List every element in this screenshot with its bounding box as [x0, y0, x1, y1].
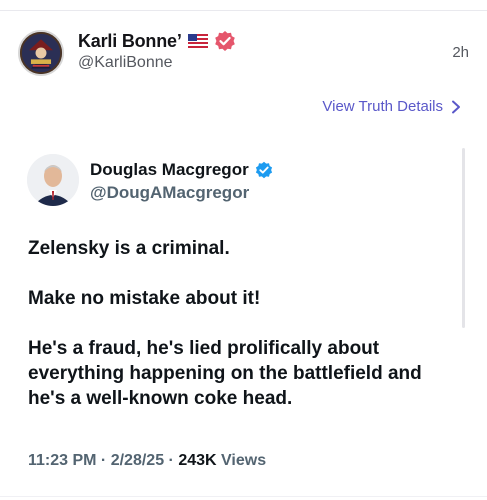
- post-date: 2/28/25: [110, 452, 165, 469]
- post-meta: 11:23 PM · 2/28/25 · 243K Views: [28, 452, 266, 470]
- quoted-avatar-image: [27, 154, 79, 206]
- author-avatar[interactable]: [18, 30, 64, 76]
- scrollbar[interactable]: [462, 148, 465, 328]
- verified-badge-icon: [214, 30, 236, 52]
- post-paragraph: Make no mistake about it!: [28, 288, 261, 309]
- bottom-divider: [0, 496, 487, 497]
- post-paragraph: Zelensky is a criminal.: [28, 238, 230, 259]
- post-header: Karli Bonne’ @KarliBonne 2h: [18, 30, 469, 76]
- view-truth-details-link[interactable]: View Truth Details: [322, 98, 461, 115]
- meta-separator: ·: [96, 452, 111, 469]
- view-truth-details-label: View Truth Details: [322, 98, 443, 115]
- quoted-author-name[interactable]: Douglas Macgregor: [90, 160, 249, 180]
- views-label: Views: [221, 452, 267, 469]
- post-time: 11:23 PM: [28, 452, 97, 469]
- verified-checkmark-icon: [255, 161, 273, 179]
- quoted-author-handle[interactable]: @DougAMacgregor: [90, 183, 249, 203]
- us-flag-icon: [187, 34, 208, 48]
- views-count: 243K: [178, 452, 217, 469]
- chevron-right-icon: [451, 100, 461, 114]
- post-paragraph: He's a fraud, he's lied prolifically abo…: [28, 338, 422, 409]
- post-timestamp: 2h: [452, 44, 469, 61]
- author-avatar-image: [20, 32, 62, 74]
- quoted-avatar[interactable]: [27, 154, 79, 206]
- quoted-name-line: Douglas Macgregor: [90, 160, 273, 180]
- author-handle[interactable]: @KarliBonne: [78, 54, 173, 72]
- meta-separator: ·: [164, 452, 179, 469]
- author-name[interactable]: Karli Bonne’: [78, 31, 182, 52]
- post-body: Zelensky is a criminal. Make no mistake …: [28, 236, 458, 436]
- top-divider: [0, 10, 487, 11]
- author-name-line: Karli Bonne’: [78, 30, 236, 52]
